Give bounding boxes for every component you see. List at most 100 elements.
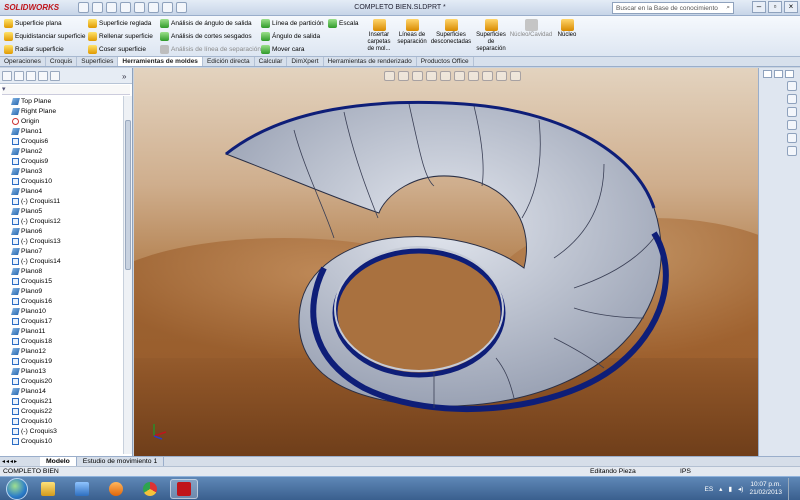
knit-surface-button[interactable]: Coser superficie <box>88 44 153 55</box>
tree-node[interactable]: Plano3 <box>0 166 123 176</box>
tree-node[interactable]: Plano5 <box>0 206 123 216</box>
feature-tree-icon[interactable] <box>2 70 12 81</box>
tree-node[interactable]: Croquis16 <box>0 296 123 306</box>
tree-node[interactable]: Plano6 <box>0 226 123 236</box>
tab-motion-study[interactable]: Estudio de movimiento 1 <box>77 456 165 467</box>
tab-croquis[interactable]: Croquis <box>46 57 78 66</box>
search-icon[interactable]: ⌕ <box>726 4 730 12</box>
viewport-restore-button[interactable] <box>774 70 783 78</box>
split-line-button[interactable]: Línea de partición <box>261 18 324 29</box>
radiate-surface-button[interactable]: Radiar superficie <box>4 44 85 55</box>
tree-node[interactable]: (-) Croquis11 <box>0 196 123 206</box>
tree-node[interactable]: Croquis6 <box>0 136 123 146</box>
volume-icon[interactable]: ◂) <box>738 485 743 493</box>
tree-node[interactable]: (-) Croquis13 <box>0 236 123 246</box>
scale-button[interactable]: Escala <box>328 18 359 29</box>
file-explorer-icon[interactable] <box>787 107 797 117</box>
graphics-area[interactable] <box>134 68 758 456</box>
tree-node[interactable]: Origin <box>0 116 123 126</box>
tab-dimxpert[interactable]: DimXpert <box>287 57 324 66</box>
solidworks-resources-icon[interactable] <box>787 81 797 91</box>
tree-node[interactable]: Croquis17 <box>0 316 123 326</box>
property-manager-icon[interactable] <box>14 70 24 81</box>
viewport-close-button[interactable] <box>785 70 794 78</box>
shut-off-surfaces-button[interactable]: Superficies desconectadas <box>430 19 472 46</box>
parting-lines-button[interactable]: Líneas de separación <box>396 19 428 46</box>
knowledge-base-search[interactable]: Buscar en la Base de conocimiento ⌕ <box>612 2 734 14</box>
tree-node[interactable]: Plano11 <box>0 326 123 336</box>
save-icon[interactable] <box>106 2 117 13</box>
tree-node[interactable]: Plano10 <box>0 306 123 316</box>
tab-modelo[interactable]: Modelo <box>40 456 77 467</box>
plane-surface-button[interactable]: Superficie plana <box>4 18 85 29</box>
tab-operaciones[interactable]: Operaciones <box>0 57 46 66</box>
tree-node[interactable]: Croquis9 <box>0 156 123 166</box>
select-icon[interactable] <box>148 2 159 13</box>
minimize-button[interactable]: – <box>752 1 766 13</box>
viewport-minimize-button[interactable] <box>763 70 772 78</box>
taskbar-media-player[interactable] <box>102 479 130 499</box>
tree-node[interactable]: Plano1 <box>0 126 123 136</box>
custom-properties-icon[interactable] <box>787 146 797 156</box>
tree-node[interactable]: Croquis10 <box>0 176 123 186</box>
tab-herramientas-de-moldes[interactable]: Herramientas de moldes <box>118 57 203 66</box>
language-indicator[interactable]: ES <box>705 486 714 493</box>
tab-productos-office[interactable]: Productos Office <box>417 57 474 66</box>
ruled-surface-button[interactable]: Superficie reglada <box>88 18 153 29</box>
model-view[interactable] <box>134 68 758 456</box>
tree-node[interactable]: Plano8 <box>0 266 123 276</box>
offset-surface-button[interactable]: Equidistanciar superficie <box>4 31 85 42</box>
tree-node[interactable]: (-) Croquis12 <box>0 216 123 226</box>
tab-edicion-directa[interactable]: Edición directa <box>203 57 255 66</box>
undercut-analysis-button[interactable]: Análisis de cortes sesgados <box>160 31 261 42</box>
clock[interactable]: 10:07 p.m. 21/02/2013 <box>749 481 782 497</box>
parting-surfaces-button[interactable]: Superficies de separación <box>474 19 508 53</box>
tree-node[interactable]: Croquis10 <box>0 416 123 426</box>
taskbar-chrome[interactable] <box>136 479 164 499</box>
taskbar-library[interactable] <box>68 479 96 499</box>
design-library-icon[interactable] <box>787 94 797 104</box>
options-icon[interactable] <box>176 2 187 13</box>
insert-mold-folders-button[interactable]: Insertar carpetas de mol... <box>364 19 394 53</box>
core-button[interactable]: Núcleo <box>554 19 580 39</box>
start-button[interactable] <box>6 477 28 500</box>
rebuild-icon[interactable] <box>162 2 173 13</box>
print-icon[interactable] <box>120 2 131 13</box>
tree-node[interactable]: (-) Croquis14 <box>0 256 123 266</box>
configuration-manager-icon[interactable] <box>26 70 36 81</box>
tree-node[interactable]: Plano13 <box>0 366 123 376</box>
tree-node[interactable]: Croquis10 <box>0 436 123 446</box>
tree-node[interactable]: Plano9 <box>0 286 123 296</box>
move-face-button[interactable]: Mover cara <box>261 44 324 55</box>
appearances-icon[interactable] <box>787 133 797 143</box>
display-manager-icon[interactable] <box>50 70 60 81</box>
fill-surface-button[interactable]: Rellenar superficie <box>88 31 153 42</box>
draft-button[interactable]: Ángulo de salida <box>261 31 324 42</box>
view-palette-icon[interactable] <box>787 120 797 130</box>
tray-up-icon[interactable]: ▴ <box>719 485 722 493</box>
tree-node[interactable]: Croquis15 <box>0 276 123 286</box>
tree-node[interactable]: Top Plane <box>0 96 123 106</box>
tree-node[interactable]: Croquis19 <box>0 356 123 366</box>
status-units[interactable]: IPS <box>680 468 720 475</box>
tree-node[interactable]: (-) Croquis3 <box>0 426 123 436</box>
taskbar-explorer[interactable] <box>34 479 62 499</box>
show-desktop-button[interactable] <box>788 478 796 500</box>
parting-line-analysis-button[interactable]: Análisis de línea de separación <box>160 44 261 55</box>
feature-tree-scrollbar[interactable] <box>123 96 132 454</box>
tab-herramientas-de-renderizado[interactable]: Herramientas de renderizado <box>324 57 417 66</box>
close-button[interactable]: × <box>784 1 798 13</box>
tree-node[interactable]: Plano4 <box>0 186 123 196</box>
tree-node[interactable]: Plano12 <box>0 346 123 356</box>
tree-node[interactable]: Croquis22 <box>0 406 123 416</box>
tree-node[interactable]: Plano2 <box>0 146 123 156</box>
dimxpert-manager-icon[interactable] <box>38 70 48 81</box>
collapse-panel-icon[interactable]: » <box>122 72 126 81</box>
tab-calcular[interactable]: Calcular <box>255 57 288 66</box>
tree-node[interactable]: Croquis20 <box>0 376 123 386</box>
restore-button[interactable]: ▫ <box>768 1 782 13</box>
new-icon[interactable] <box>78 2 89 13</box>
tab-navigation-arrows[interactable]: ◂◂◂▸ <box>0 458 40 465</box>
tree-node[interactable]: Plano7 <box>0 246 123 256</box>
network-icon[interactable]: ▮ <box>728 485 732 493</box>
